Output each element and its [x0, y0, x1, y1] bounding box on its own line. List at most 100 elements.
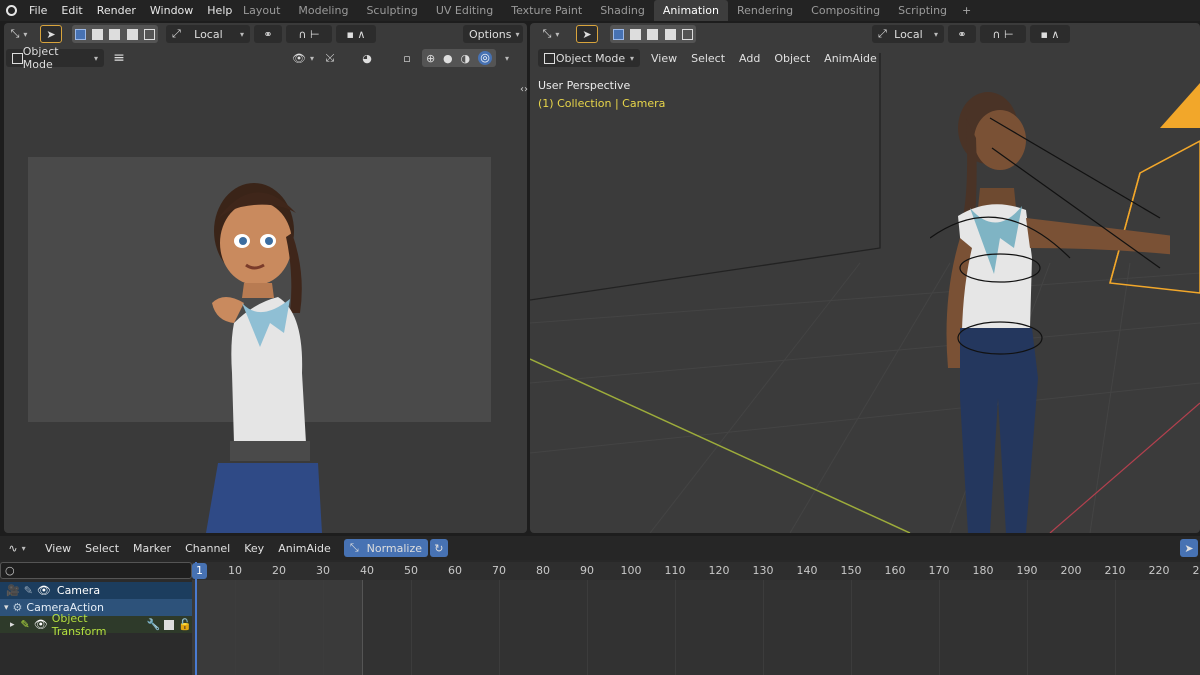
select-intersect-icon[interactable]: [681, 28, 693, 40]
cursor-tool-icon[interactable]: ➤: [1180, 539, 1198, 557]
select-new-icon[interactable]: [75, 28, 87, 40]
grid-line: [587, 580, 588, 675]
solid-shading-icon[interactable]: ●: [443, 52, 453, 65]
channel-row-camera[interactable]: 🎥 ✎ 👁 Camera: [0, 582, 192, 599]
select-mode-group[interactable]: [610, 25, 696, 43]
wireframe-shading-icon[interactable]: ⊕: [426, 52, 435, 65]
rendered-shading-icon[interactable]: ◎: [478, 51, 493, 65]
tab-sculpting[interactable]: Sculpting: [357, 0, 426, 21]
blender-logo-icon[interactable]: [0, 0, 22, 21]
current-frame-indicator[interactable]: 1: [192, 563, 207, 579]
hamburger-menu-icon[interactable]: ≡: [110, 49, 128, 67]
menu-key[interactable]: Key: [237, 542, 271, 555]
menu-render[interactable]: Render: [90, 0, 143, 21]
menu-object[interactable]: Object: [767, 52, 817, 65]
editor-type-icon[interactable]: ∿ ▾: [4, 539, 30, 557]
pivot-point-icon[interactable]: ⚭: [254, 25, 282, 43]
graph-editor[interactable]: ∿ ▾ View Select Marker Channel Key AnimAi…: [0, 536, 1200, 675]
select-invert-icon[interactable]: [126, 28, 138, 40]
gizmo-icon[interactable]: ⤩: [320, 49, 340, 67]
menu-marker[interactable]: Marker: [126, 542, 178, 555]
transform-orientation-dropdown[interactable]: ⤢ Local ▾: [166, 25, 250, 43]
tab-texture-paint[interactable]: Texture Paint: [502, 0, 591, 21]
overlay-icon[interactable]: ◕: [356, 49, 378, 67]
menu-animaide[interactable]: AnimAide: [271, 542, 338, 555]
camera-viewport[interactable]: ⤡ ▾ ➤ ⤢ Local ▾ ⚭ ∩ ⊢ ▪ ∧ Options ▾ Objec…: [4, 23, 527, 533]
tab-shading[interactable]: Shading: [591, 0, 654, 21]
xray-icon[interactable]: ▫: [398, 49, 416, 67]
mode-dropdown[interactable]: Object Mode ▾: [6, 45, 104, 71]
ruler-tick: 140: [796, 564, 818, 577]
menu-edit[interactable]: Edit: [54, 0, 89, 21]
eye-icon[interactable]: 👁: [34, 618, 48, 631]
character-render-image: [206, 183, 322, 533]
grid-line: [1027, 580, 1028, 675]
tab-scripting[interactable]: Scripting: [889, 0, 956, 21]
select-subtract-icon[interactable]: [109, 28, 121, 40]
menu-view[interactable]: View: [644, 52, 684, 65]
proportional-edit-icon[interactable]: ▪ ∧: [336, 25, 376, 43]
visibility-icon[interactable]: 👁 ▾: [290, 49, 316, 67]
mute-checkbox[interactable]: [164, 619, 175, 630]
select-extend-icon[interactable]: [92, 28, 104, 40]
top-bar: File Edit Render Window Help Layout Mode…: [0, 0, 1200, 21]
select-intersect-icon[interactable]: [143, 28, 155, 40]
lock-icon[interactable]: 🔓: [178, 618, 192, 631]
transform-orientation-dropdown[interactable]: ⤢ Local ▾: [872, 25, 944, 43]
pin-icon[interactable]: ✎: [24, 584, 33, 597]
select-subtract-icon[interactable]: [647, 28, 659, 40]
add-workspace-button[interactable]: +: [956, 0, 977, 21]
proportional-edit-icon[interactable]: ▪ ∧: [1030, 25, 1070, 43]
expand-arrow-icon[interactable]: ▾: [4, 603, 9, 613]
menu-channel[interactable]: Channel: [178, 542, 237, 555]
select-new-icon[interactable]: [613, 28, 625, 40]
graph-area[interactable]: [192, 580, 1200, 675]
ruler-tick: 90: [580, 564, 594, 577]
mode-dropdown[interactable]: Object Mode ▾: [538, 49, 640, 67]
normalize-toggle[interactable]: ⤡ Normalize: [343, 539, 428, 557]
orientation-icon: ⤢: [172, 27, 181, 40]
material-shading-icon[interactable]: ◑: [461, 52, 471, 65]
options-dropdown[interactable]: Options ▾: [463, 25, 523, 43]
menu-add[interactable]: Add: [732, 52, 767, 65]
menu-view[interactable]: View: [38, 542, 78, 555]
tab-rendering[interactable]: Rendering: [728, 0, 802, 21]
select-tool-icon[interactable]: ➤: [40, 25, 62, 43]
tab-uv-editing[interactable]: UV Editing: [427, 0, 502, 21]
channel-row-object-transform[interactable]: ▸ ✎ 👁 Object Transform 🔧 🔓: [0, 612, 192, 638]
tab-layout[interactable]: Layout: [234, 0, 289, 21]
3d-viewport[interactable]: ⤡ ▾ ➤ ⤢ Local ▾ ⚭ ∩ ⊢ ▪ ∧ Object Mode ▾ V…: [530, 23, 1200, 533]
tab-modeling[interactable]: Modeling: [289, 0, 357, 21]
ruler-tick: 100: [620, 564, 642, 577]
editor-type-icon[interactable]: ⤡ ▾: [538, 25, 564, 43]
pivot-point-icon[interactable]: ⚭: [948, 25, 976, 43]
select-extend-icon[interactable]: [630, 28, 642, 40]
menu-window[interactable]: Window: [143, 0, 200, 21]
tab-animation[interactable]: Animation: [653, 0, 728, 21]
frame-ruler[interactable]: 10 20 30 40 50 60 70 80 90 100 110 120 1…: [192, 562, 1200, 580]
menu-file[interactable]: File: [22, 0, 54, 21]
eye-icon[interactable]: 👁: [37, 584, 51, 597]
channel-search-input[interactable]: ○: [0, 562, 192, 579]
chevron-down-icon[interactable]: ▾: [498, 49, 512, 67]
menu-select[interactable]: Select: [684, 52, 732, 65]
menu-select[interactable]: Select: [78, 542, 126, 555]
chevron-down-icon: ▾: [629, 53, 634, 63]
select-tool-icon[interactable]: ➤: [576, 25, 598, 43]
select-mode-group[interactable]: [72, 25, 158, 43]
select-invert-icon[interactable]: [664, 28, 676, 40]
editor-type-icon[interactable]: ⤡ ▾: [6, 25, 32, 43]
modifier-wrench-icon[interactable]: 🔧: [147, 618, 161, 631]
tab-compositing[interactable]: Compositing: [802, 0, 889, 21]
left-viewport-header-2: Object Mode ▾ ≡ 👁 ▾ ⤩ ◕ ▫ ⊕ ● ◑ ◎ ▾: [4, 45, 527, 71]
ruler-tick: 2: [1192, 564, 1200, 577]
pin-icon[interactable]: ✎: [21, 618, 30, 631]
snap-toggle-icon[interactable]: ∩ ⊢: [286, 25, 332, 43]
chevron-down-icon: ▾: [93, 53, 98, 63]
shading-mode-group[interactable]: ⊕ ● ◑ ◎: [422, 49, 496, 67]
area-split-icon[interactable]: ‹›: [520, 84, 528, 95]
snap-toggle-icon[interactable]: ∩ ⊢: [980, 25, 1026, 43]
menu-animaide[interactable]: AnimAide: [817, 52, 884, 65]
expand-arrow-icon[interactable]: ▸: [10, 620, 15, 630]
refresh-normalize-icon[interactable]: ↻: [429, 539, 448, 557]
